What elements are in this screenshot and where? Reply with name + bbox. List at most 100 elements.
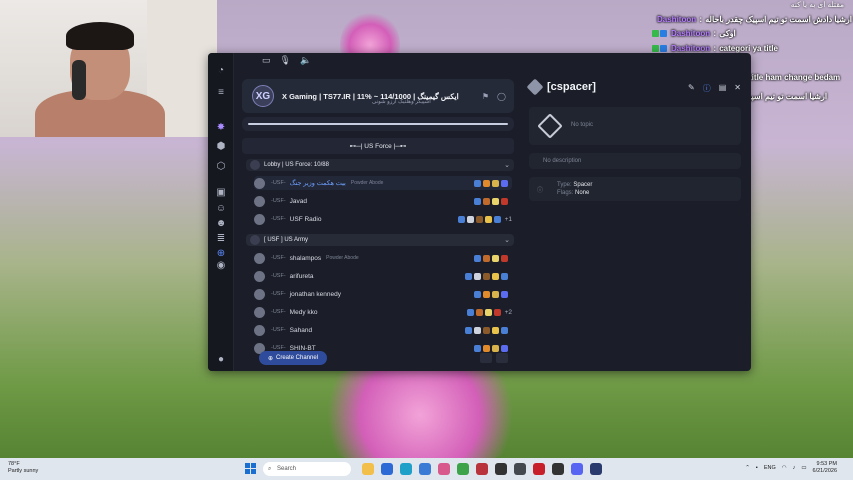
- channel-header[interactable]: Lobby | US Force: 10/88 ⌄: [246, 159, 514, 171]
- profile-avatar-icon[interactable]: ●: [214, 352, 228, 366]
- app-icon[interactable]: [476, 463, 488, 475]
- users-icon[interactable]: ☻: [214, 216, 228, 230]
- chrome-icon[interactable]: [457, 463, 469, 475]
- chevron-up-icon[interactable]: ⌃: [745, 465, 750, 471]
- client-badge: [493, 215, 501, 223]
- app-icon[interactable]: [495, 463, 507, 475]
- badge-icon: [652, 44, 659, 52]
- client-badge: [483, 254, 490, 262]
- discord-icon[interactable]: [571, 463, 583, 475]
- file-explorer-icon[interactable]: [362, 463, 374, 475]
- bell-icon[interactable]: ◔: [214, 63, 228, 77]
- client-row[interactable]: -USF- بیت هکمت وزیر جنگ Powder Abode: [254, 176, 512, 190]
- settings-icon[interactable]: [496, 353, 508, 363]
- client-name: shalampos: [289, 254, 322, 262]
- volume-icon[interactable]: ♪: [793, 465, 796, 471]
- client-badge: [483, 326, 490, 334]
- flags-label: Flags:: [557, 190, 574, 196]
- client-badge: [483, 272, 490, 280]
- client-row[interactable]: -USF- Sahand: [254, 323, 512, 337]
- edge-icon[interactable]: [400, 463, 412, 475]
- compass-icon[interactable]: ◉: [214, 258, 228, 272]
- tray-app-icon[interactable]: ▪: [756, 465, 758, 471]
- server-logo-icon[interactable]: ✸: [214, 120, 228, 134]
- client-badges: +2: [466, 308, 512, 316]
- taskbar-search[interactable]: ⌕ Search: [263, 462, 351, 476]
- photos-icon[interactable]: [438, 463, 450, 475]
- app-icon[interactable]: [514, 463, 526, 475]
- chevron-down-icon[interactable]: ⌄: [504, 236, 510, 244]
- create-channel-button[interactable]: ⊕ Create Channel: [259, 351, 327, 365]
- menu-icon[interactable]: ≡: [214, 85, 228, 99]
- more-badges-count: +1: [504, 215, 512, 223]
- client-badges: [474, 254, 512, 262]
- clock[interactable]: 9:53 PM 6/21/2026: [813, 461, 837, 475]
- teamspeak-icon[interactable]: [590, 463, 602, 475]
- client-badge: [492, 344, 499, 352]
- start-button[interactable]: [245, 463, 256, 474]
- teamspeak-window: ◔ ≡ ✸ ⬢ ⬡ ▣ ☺ ☻ ≣ ⊕ ◉ ● ▭ 🎙 🔈 XG X Gamin…: [208, 53, 751, 371]
- avatar: [254, 177, 265, 189]
- bookmark-icon[interactable]: ⚑: [482, 92, 489, 101]
- channel-header[interactable]: [ USF ] US Army ⌄: [246, 234, 514, 246]
- cube-icon[interactable]: ⬢: [214, 139, 228, 153]
- client-tag: -USF-: [271, 327, 286, 333]
- clock-time: 9:53 PM: [816, 461, 837, 467]
- edit-icon[interactable]: ✎: [688, 83, 695, 94]
- chat-bubble-icon[interactable]: ◯: [497, 92, 506, 101]
- close-icon[interactable]: ✕: [734, 83, 741, 94]
- badge-icon: [660, 44, 667, 52]
- client-name: USF Radio: [289, 215, 322, 223]
- store-icon[interactable]: [381, 463, 393, 475]
- client-name: jonathan kennedy: [289, 290, 341, 298]
- client-badge: [493, 308, 501, 316]
- folder-icon[interactable]: ▤: [719, 83, 727, 94]
- server-logo: XG: [252, 85, 274, 107]
- user-icon[interactable]: ☺: [214, 201, 228, 215]
- client-badge: [474, 179, 481, 187]
- flags-value: None: [575, 190, 590, 196]
- app-icon[interactable]: [552, 463, 564, 475]
- speaker-icon[interactable]: 🔈: [300, 55, 311, 69]
- avatar: [254, 324, 265, 336]
- taskbar-apps: [362, 463, 602, 475]
- list-icon[interactable]: ≣: [214, 231, 228, 245]
- server-banner[interactable]: XG X Gaming | TS77.IR | 11% ~ 114/1000 |…: [242, 79, 514, 113]
- badge-icon: [652, 30, 659, 38]
- client-row[interactable]: -USF- USF Radio +1: [254, 212, 512, 226]
- client-row[interactable]: -USF- Javad: [254, 194, 512, 208]
- client-badge: [501, 290, 508, 298]
- mail-icon[interactable]: [419, 463, 431, 475]
- channel-icon: [250, 160, 260, 170]
- server-name: X Gaming | TS77.IR | 11% ~ 114/1000 | ای…: [282, 91, 459, 101]
- battery-icon[interactable]: ▭: [801, 465, 806, 471]
- client-badge: [501, 272, 508, 280]
- hexagon-icon[interactable]: ⬡: [214, 159, 228, 173]
- info-circle-icon[interactable]: ⓘ: [703, 83, 711, 94]
- language-indicator[interactable]: ENG: [764, 465, 776, 471]
- channel-description: No description: [543, 158, 582, 164]
- spacer-channel[interactable]: ⊷─| US Force |─⊷: [242, 138, 514, 154]
- weather-desc: Partly sunny: [8, 468, 39, 474]
- client-row[interactable]: -USF-jonathan kennedy: [254, 287, 512, 301]
- wifi-icon[interactable]: ◠: [782, 465, 787, 471]
- client-name: Javad: [289, 197, 308, 205]
- avatar: [254, 270, 265, 282]
- client-tag: -USF-: [271, 216, 286, 222]
- bookmark-icon[interactable]: ▣: [214, 185, 228, 199]
- chat-text: اوکی: [719, 29, 736, 39]
- microphone-icon[interactable]: 🎙: [280, 55, 291, 69]
- client-badge: [492, 254, 499, 262]
- app-icon[interactable]: [533, 463, 545, 475]
- client-row[interactable]: -USF-shalampos Powder Abode: [254, 251, 512, 265]
- screen-icon[interactable]: ▭: [262, 55, 271, 69]
- window-controls: ✎ ⓘ ▤ ✕: [688, 83, 741, 94]
- client-row[interactable]: -USF- Medy kko +2: [254, 305, 512, 319]
- client-badges: [474, 179, 512, 187]
- view-toggle-icon[interactable]: [480, 353, 492, 363]
- client-row[interactable]: -USF-arifureta: [254, 269, 512, 283]
- cube-icon: [526, 78, 544, 96]
- weather-widget[interactable]: 78°F Partly sunny: [8, 461, 38, 475]
- client-badge: [475, 215, 483, 223]
- chevron-down-icon[interactable]: ⌄: [504, 161, 510, 169]
